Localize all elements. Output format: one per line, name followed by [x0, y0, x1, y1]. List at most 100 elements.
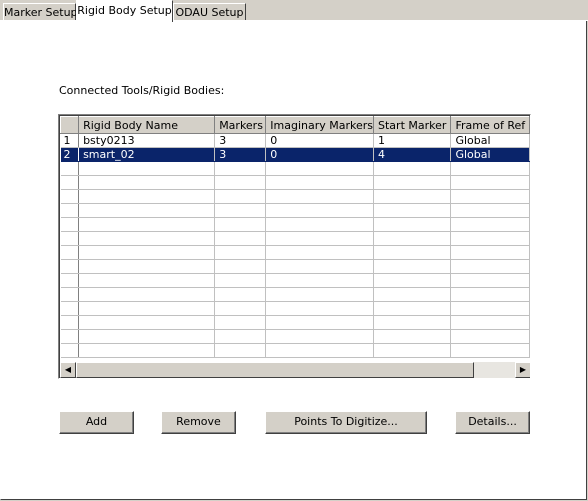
empty-cell[interactable]: [450, 203, 530, 218]
empty-cell[interactable]: [78, 287, 216, 302]
frame-of-reference-cell[interactable]: Global: [450, 133, 530, 148]
empty-cell[interactable]: [78, 301, 216, 316]
empty-cell[interactable]: [214, 343, 267, 358]
empty-cell[interactable]: [373, 259, 452, 274]
empty-table-row[interactable]: [60, 329, 530, 344]
empty-table-row[interactable]: [60, 217, 530, 232]
empty-cell[interactable]: [214, 315, 267, 330]
empty-table-row[interactable]: [60, 259, 530, 274]
empty-table-row[interactable]: [60, 273, 530, 288]
empty-cell[interactable]: [78, 203, 216, 218]
start-marker-cell[interactable]: 4: [373, 147, 452, 162]
empty-cell[interactable]: [450, 343, 530, 358]
details-button[interactable]: Details...: [455, 411, 530, 434]
empty-table-row[interactable]: [60, 203, 530, 218]
start-marker-cell[interactable]: 1: [373, 133, 452, 148]
empty-cell[interactable]: [265, 203, 375, 218]
empty-table-row[interactable]: [60, 287, 530, 302]
empty-cell[interactable]: [265, 161, 375, 176]
empty-cell[interactable]: [265, 231, 375, 246]
empty-cell[interactable]: [373, 315, 452, 330]
empty-cell[interactable]: [78, 245, 216, 260]
imaginary-markers-cell[interactable]: 0: [265, 133, 375, 148]
empty-table-row[interactable]: [60, 161, 530, 176]
row-number[interactable]: [60, 301, 80, 316]
empty-cell[interactable]: [214, 231, 267, 246]
empty-table-row[interactable]: [60, 189, 530, 204]
empty-cell[interactable]: [265, 329, 375, 344]
column-header-rigid-body-name[interactable]: Rigid Body Name: [78, 116, 216, 134]
column-header-index[interactable]: [60, 116, 80, 134]
empty-cell[interactable]: [78, 231, 216, 246]
empty-cell[interactable]: [214, 301, 267, 316]
empty-cell[interactable]: [78, 343, 216, 358]
empty-cell[interactable]: [78, 161, 216, 176]
empty-cell[interactable]: [265, 287, 375, 302]
empty-cell[interactable]: [450, 231, 530, 246]
empty-cell[interactable]: [78, 217, 216, 232]
empty-cell[interactable]: [265, 301, 375, 316]
empty-cell[interactable]: [450, 245, 530, 260]
add-button[interactable]: Add: [59, 411, 134, 434]
empty-cell[interactable]: [373, 245, 452, 260]
row-number[interactable]: 1: [60, 133, 80, 148]
column-header-start-marker[interactable]: Start Marker: [373, 116, 452, 134]
row-number[interactable]: [60, 189, 80, 204]
scrollbar-thumb[interactable]: [76, 362, 474, 378]
empty-cell[interactable]: [214, 259, 267, 274]
tab-marker-setup[interactable]: Marker Setup: [3, 3, 78, 20]
row-number[interactable]: [60, 217, 80, 232]
remove-button[interactable]: Remove: [161, 411, 236, 434]
row-number[interactable]: [60, 259, 80, 274]
empty-cell[interactable]: [214, 287, 267, 302]
empty-cell[interactable]: [373, 231, 452, 246]
empty-cell[interactable]: [265, 343, 375, 358]
rigid-body-name-cell[interactable]: bsty0213: [78, 133, 216, 148]
empty-cell[interactable]: [214, 273, 267, 288]
scroll-right-button[interactable]: ▶: [515, 362, 530, 378]
column-header-frame-of-reference[interactable]: Frame of Ref: [450, 116, 530, 134]
empty-cell[interactable]: [450, 189, 530, 204]
rigid-body-grid[interactable]: Rigid Body Name Markers Imaginary Marker…: [58, 114, 531, 379]
empty-cell[interactable]: [373, 273, 452, 288]
row-number[interactable]: [60, 245, 80, 260]
empty-cell[interactable]: [265, 217, 375, 232]
table-row[interactable]: 1 bsty0213 3 0 1 Global: [60, 133, 530, 148]
empty-cell[interactable]: [265, 315, 375, 330]
empty-cell[interactable]: [373, 343, 452, 358]
column-header-markers[interactable]: Markers: [214, 116, 267, 134]
row-number[interactable]: [60, 343, 80, 358]
empty-cell[interactable]: [265, 175, 375, 190]
rigid-body-name-cell[interactable]: smart_02: [78, 147, 216, 162]
empty-cell[interactable]: [373, 301, 452, 316]
empty-table-row[interactable]: [60, 245, 530, 260]
empty-cell[interactable]: [214, 329, 267, 344]
empty-cell[interactable]: [214, 161, 267, 176]
empty-cell[interactable]: [450, 259, 530, 274]
empty-cell[interactable]: [450, 273, 530, 288]
empty-cell[interactable]: [214, 175, 267, 190]
empty-cell[interactable]: [265, 273, 375, 288]
empty-table-row[interactable]: [60, 315, 530, 330]
empty-cell[interactable]: [78, 189, 216, 204]
empty-cell[interactable]: [450, 161, 530, 176]
empty-cell[interactable]: [78, 273, 216, 288]
row-number[interactable]: [60, 175, 80, 190]
empty-cell[interactable]: [450, 217, 530, 232]
row-number[interactable]: [60, 329, 80, 344]
row-number[interactable]: [60, 161, 80, 176]
empty-cell[interactable]: [450, 329, 530, 344]
empty-cell[interactable]: [78, 329, 216, 344]
horizontal-scrollbar[interactable]: ◀ ▶: [60, 362, 530, 378]
row-number[interactable]: [60, 287, 80, 302]
empty-cell[interactable]: [265, 259, 375, 274]
row-number[interactable]: [60, 273, 80, 288]
empty-cell[interactable]: [214, 189, 267, 204]
empty-cell[interactable]: [373, 161, 452, 176]
table-row-selected[interactable]: 2 smart_02 3 0 4 Global: [60, 147, 530, 162]
empty-cell[interactable]: [214, 245, 267, 260]
tab-rigid-body-setup[interactable]: Rigid Body Setup: [76, 0, 173, 22]
empty-cell[interactable]: [450, 315, 530, 330]
row-number[interactable]: 2: [60, 147, 80, 162]
empty-cell[interactable]: [373, 329, 452, 344]
